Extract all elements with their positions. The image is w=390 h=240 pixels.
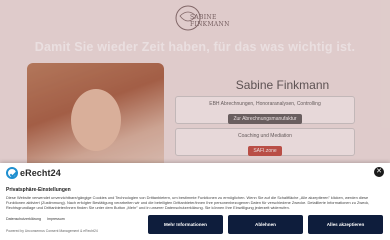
imprint-link[interactable]: Impressum (47, 217, 65, 221)
powered-by-text: Powered by Unconsenrus Consent Managemen… (6, 229, 98, 233)
reject-button[interactable]: Ablehnen (228, 215, 303, 234)
privacy-policy-link[interactable]: Datenschutzerklärung (6, 217, 41, 221)
erecht24-check-icon (6, 167, 18, 179)
accept-all-button[interactable]: Alles akzeptieren (308, 215, 383, 234)
consent-links: Datenschutzerklärung Impressum (6, 217, 70, 221)
consent-title: Privatsphäre-Einstellungen (6, 187, 71, 193)
more-information-button[interactable]: Mehr Informationen (148, 215, 223, 234)
consent-brand-name: eRecht24 (20, 168, 61, 178)
cookie-consent-banner: eRecht24 ✕ Privatsphäre-Einstellungen Di… (0, 163, 390, 240)
close-icon[interactable]: ✕ (374, 167, 384, 177)
consent-description: Diese Website verwendet unverzichtbare/g… (6, 195, 370, 210)
consent-brand: eRecht24 (6, 167, 61, 179)
